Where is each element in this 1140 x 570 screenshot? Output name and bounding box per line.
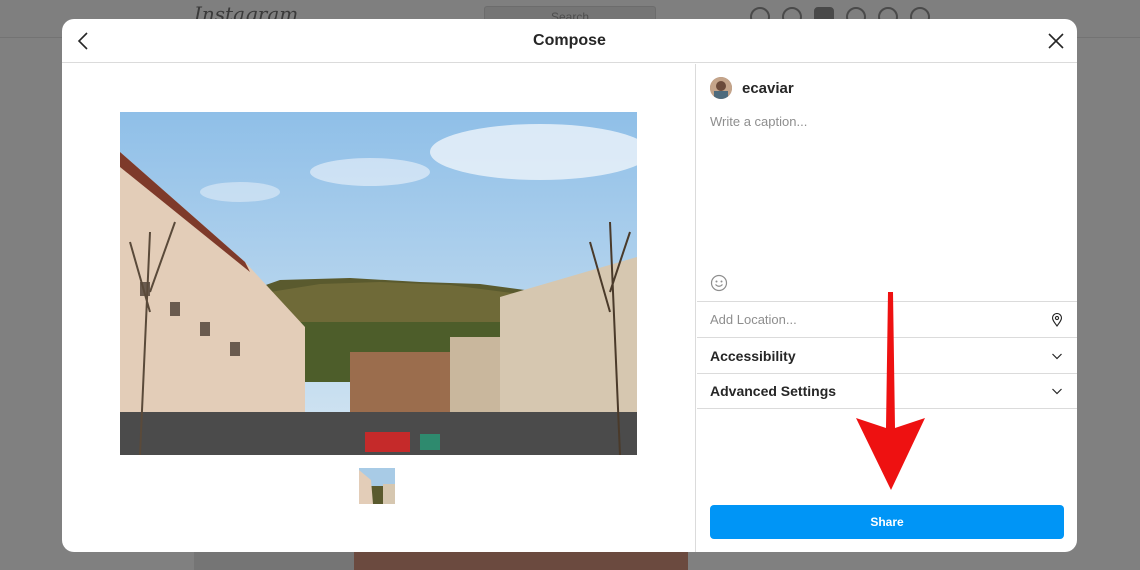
- accessibility-row[interactable]: Accessibility: [697, 337, 1077, 373]
- advanced-settings-row[interactable]: Advanced Settings: [697, 373, 1077, 409]
- photo-thumbnail[interactable]: [359, 468, 395, 504]
- compose-modal: Compose ecaviar Write a caption... Add L…: [62, 19, 1077, 552]
- username: ecaviar: [742, 79, 794, 97]
- modal-title: Compose: [533, 32, 606, 49]
- location-input[interactable]: [710, 312, 1050, 327]
- emoji-icon[interactable]: [710, 274, 728, 292]
- avatar: [710, 77, 732, 99]
- photo-preview: [120, 112, 637, 455]
- chevron-down-icon: [1052, 353, 1062, 359]
- chevron-down-icon: [1052, 388, 1062, 395]
- share-button[interactable]: Share: [710, 505, 1064, 539]
- user-row: ecaviar: [710, 77, 794, 99]
- add-location-row[interactable]: [697, 301, 1077, 337]
- close-icon[interactable]: [1045, 30, 1067, 52]
- caption-input[interactable]: [710, 114, 1064, 254]
- compose-sidebar: ecaviar Accessibility Advanced Settings: [697, 64, 1077, 552]
- accessibility-label: Accessibility: [710, 347, 796, 364]
- location-pin-icon: [1051, 312, 1063, 327]
- media-preview-pane: [62, 64, 696, 552]
- advanced-settings-label: Advanced Settings: [710, 383, 837, 399]
- modal-header: Compose: [62, 19, 1077, 63]
